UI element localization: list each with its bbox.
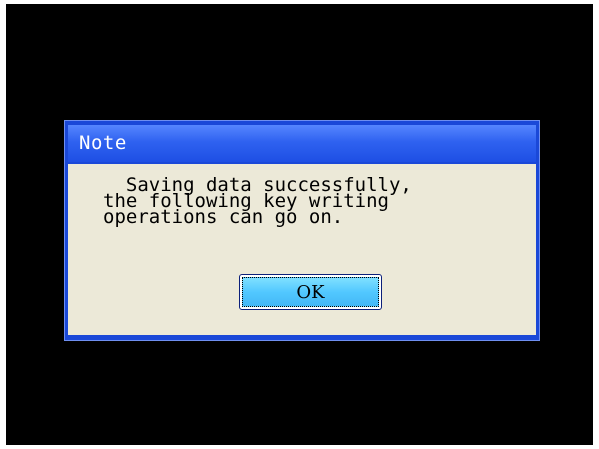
dialog-title-bar: Note <box>68 125 536 162</box>
note-dialog: Note Saving data successfully, the follo… <box>64 120 540 341</box>
dialog-body: Saving data successfully, the following … <box>68 164 536 335</box>
screen-background: Note Saving data successfully, the follo… <box>6 4 593 445</box>
ok-button[interactable]: OK <box>239 274 382 310</box>
ok-button-label: OK <box>242 277 379 307</box>
dialog-title: Note <box>79 132 127 154</box>
message-line: operations can go on. <box>103 206 344 228</box>
dialog-message: Saving data successfully, the following … <box>103 176 533 228</box>
